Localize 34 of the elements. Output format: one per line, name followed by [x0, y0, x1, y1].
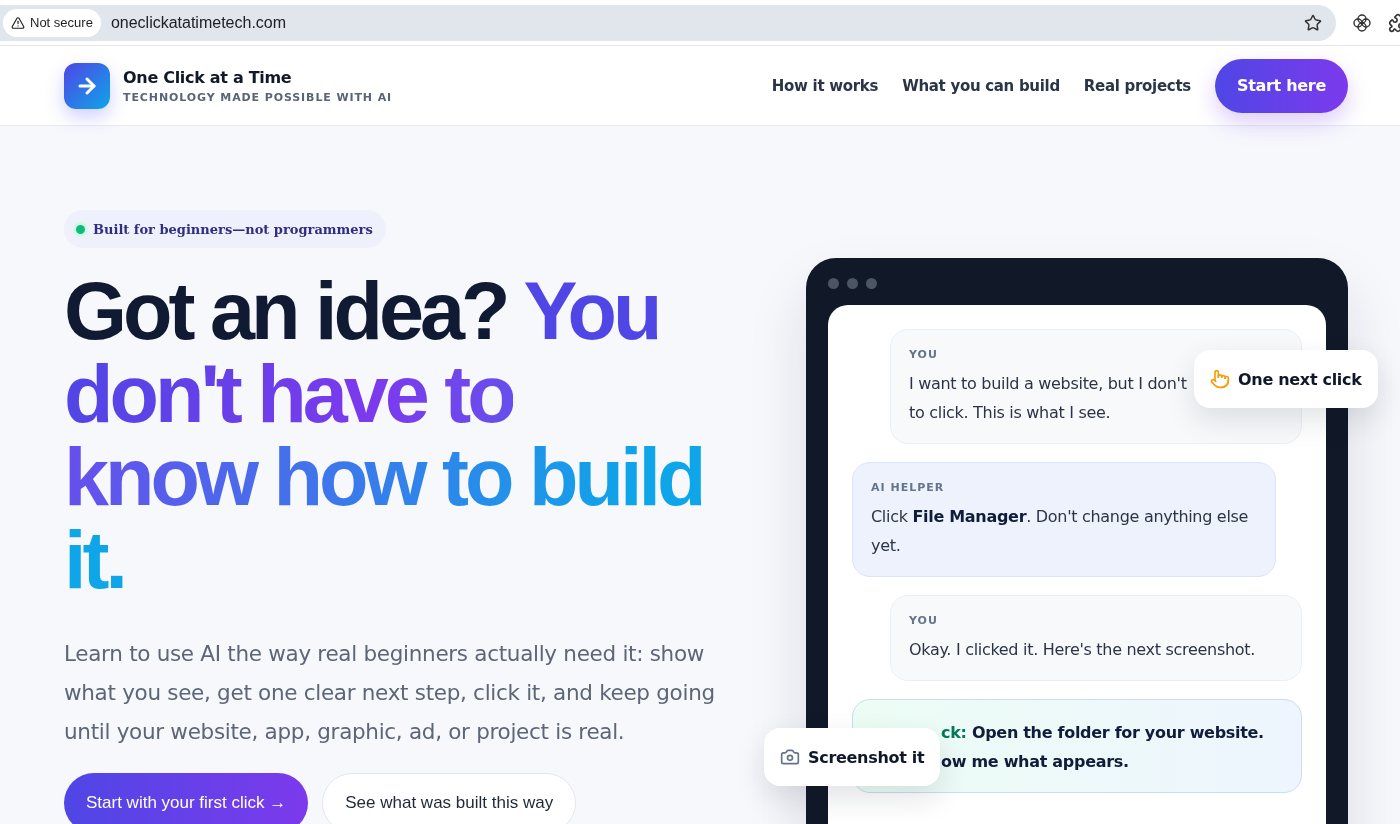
address-field[interactable]: oneclickatatimetech.com: [110, 13, 1294, 32]
nav-link[interactable]: How it works: [771, 76, 879, 95]
tip-text: Screenshot it: [808, 747, 925, 767]
window-dot-icon: [847, 278, 858, 289]
message-line: Click File Manager. Don't change anything else: [871, 506, 1249, 528]
secondary-button[interactable]: See what was built this way: [322, 773, 577, 824]
nav-link[interactable]: Real projects: [1083, 76, 1191, 95]
knot-icon[interactable]: [1352, 12, 1372, 33]
nav-link[interactable]: What you can build: [902, 76, 1060, 95]
security-indicator[interactable]: Not secure: [3, 8, 101, 37]
window-dot-icon: [866, 278, 877, 289]
message-line: Okay. I clicked it. Here's the next screenshot.: [909, 639, 1256, 661]
brand-tagline: TECHNOLOGY MADE POSSIBLE WITH AI: [123, 90, 394, 104]
camera-icon: [780, 747, 800, 767]
message-line: ow me what appears.: [941, 751, 1129, 773]
window-dot-icon: [828, 278, 839, 289]
status-dot-icon: [76, 224, 85, 234]
bookmark-star-icon[interactable]: [1304, 13, 1322, 32]
brand-name: One Click at a Time: [123, 67, 293, 87]
intro-text: Learn to use AI the way real beginners actually need it: show what you see, get one clear next step, click it, and keep going until your website, app, graphic, ad, or project is real.: [64, 640, 716, 746]
badge-text: Built for beginners—not programmers: [93, 221, 373, 237]
warning-icon: [11, 15, 25, 30]
tip-text: One next click: [1238, 369, 1362, 389]
primary-button[interactable]: Start with your first click →: [64, 773, 309, 824]
start-button[interactable]: Start here: [1214, 58, 1348, 113]
sender-label: AI HELPER: [871, 481, 946, 494]
message-line: yet.: [871, 535, 901, 557]
sender-label: YOU: [909, 348, 939, 361]
message-line: to click. This is what I see.: [909, 402, 1111, 424]
logo[interactable]: [64, 62, 110, 109]
sender-label: YOU: [909, 614, 939, 627]
message-line: ck: Open the folder for your website.: [941, 722, 1264, 744]
message-line: I want to build a website, but I don't: [909, 373, 1187, 395]
hand-icon: [1210, 369, 1230, 389]
